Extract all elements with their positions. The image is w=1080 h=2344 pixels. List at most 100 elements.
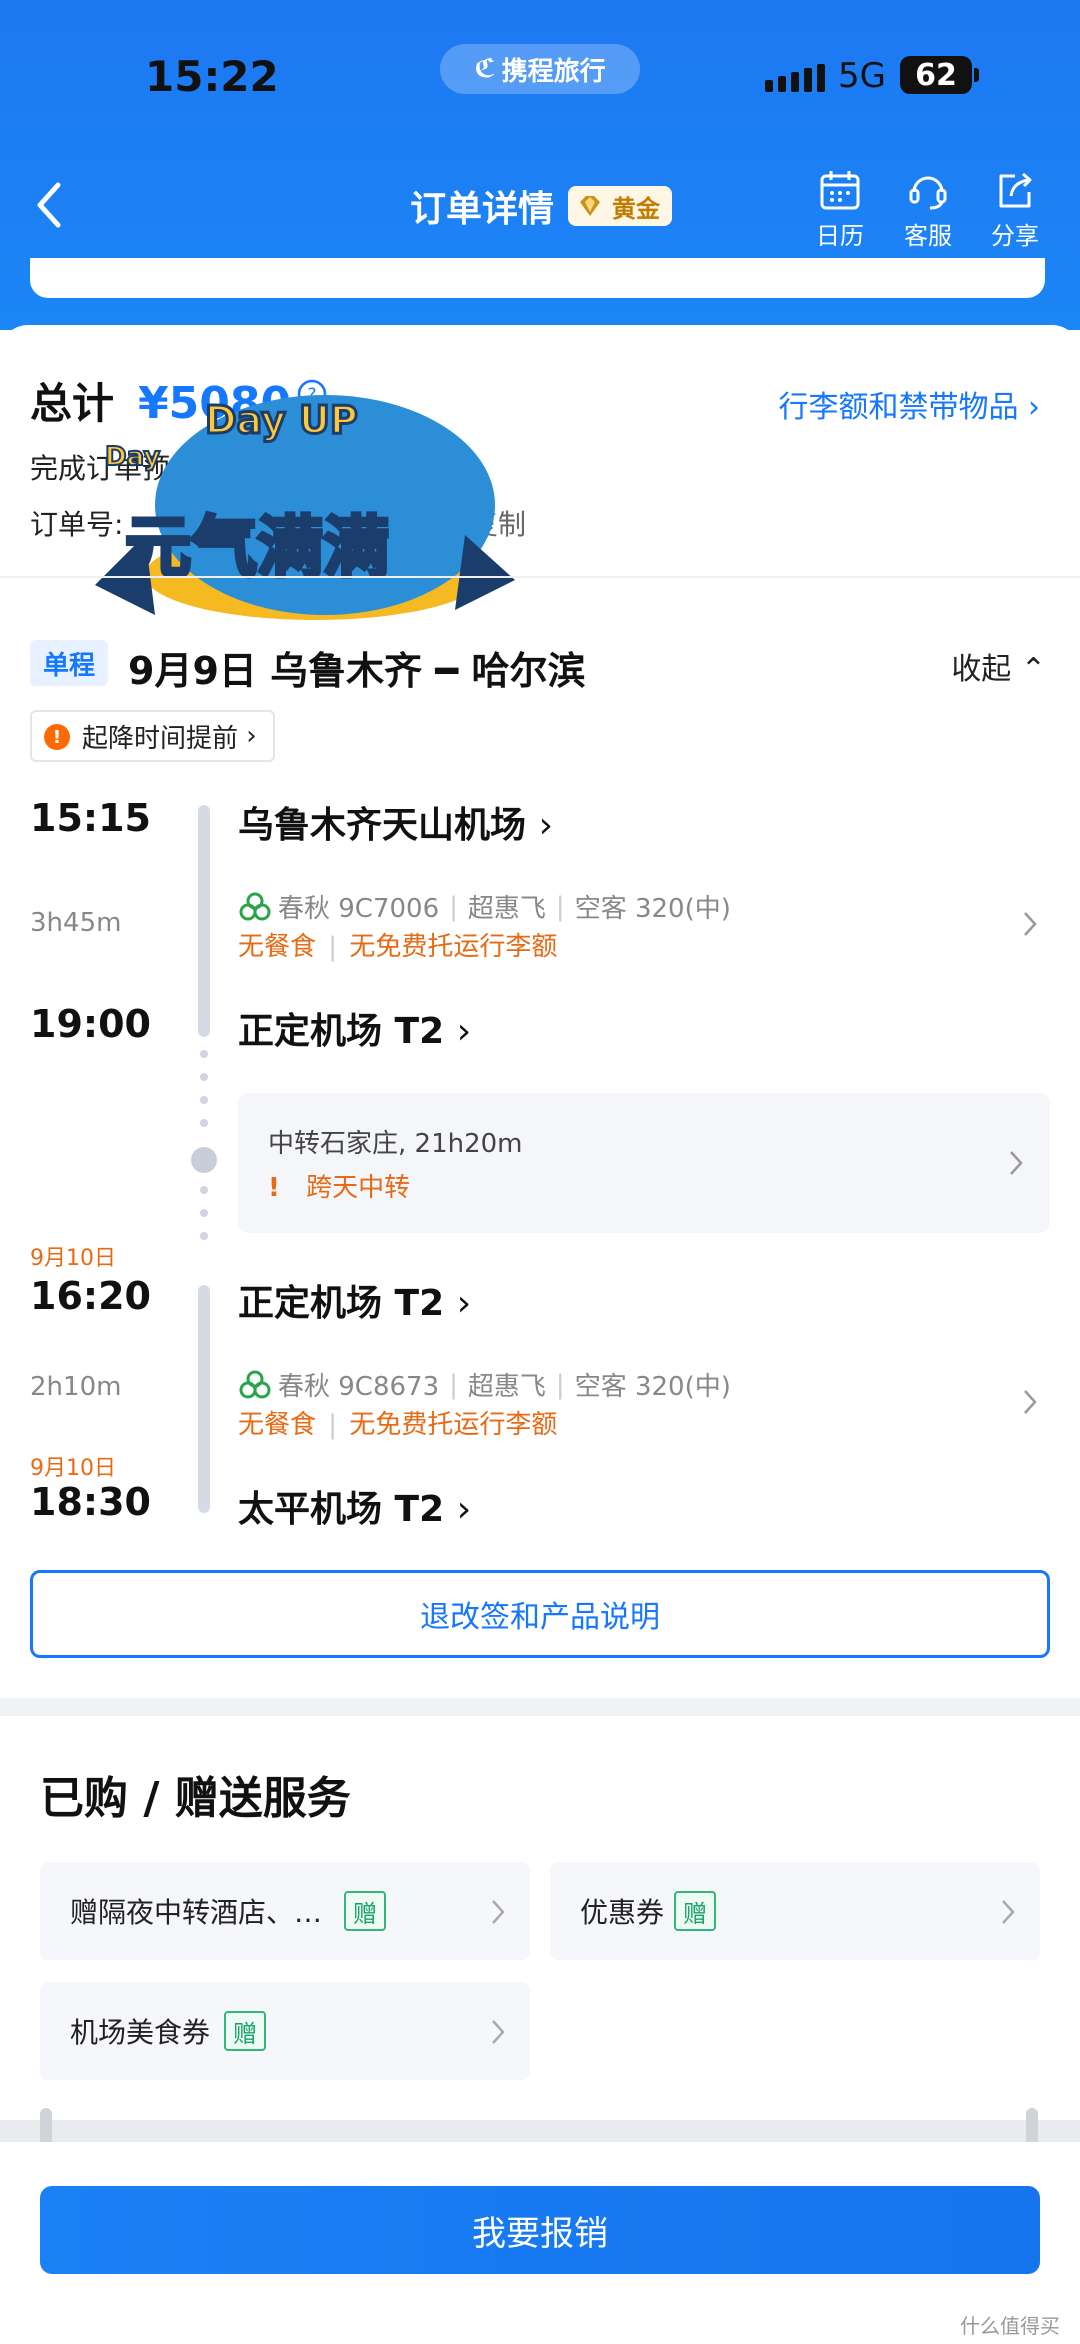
chevron-up-icon: ⌃ bbox=[1020, 652, 1046, 687]
leg2-detail-chevron-icon[interactable] bbox=[1020, 1386, 1040, 1418]
network-label: 5G bbox=[838, 56, 886, 96]
alert-icon: ! bbox=[44, 724, 70, 750]
leg2-fare: 超惠飞 bbox=[467, 1372, 546, 1402]
chevron-right-icon: › bbox=[456, 1011, 472, 1052]
timeline-dot bbox=[200, 1209, 208, 1217]
page-title: 订单详情 bbox=[410, 189, 555, 230]
transfer-info-card[interactable]: 中转石家庄, 21h20m ! 跨天中转 bbox=[238, 1093, 1050, 1233]
transfer-warning-label: 跨天中转 bbox=[306, 1173, 411, 1203]
calendar-icon bbox=[820, 171, 860, 210]
member-badge-label: 黄金 bbox=[612, 194, 660, 223]
battery-level: 62 bbox=[915, 57, 957, 93]
timeline-dot bbox=[200, 1073, 208, 1081]
leg1-detail-chevron-icon[interactable] bbox=[1020, 908, 1040, 940]
leg2-duration: 2h10m bbox=[30, 1372, 122, 1402]
transfer-warning: ! 跨天中转 bbox=[268, 1167, 410, 1204]
schedule-change-notice[interactable]: ! 起降时间提前 › bbox=[30, 710, 275, 762]
leg2-baggage: 无免费托运行李额 bbox=[349, 1410, 558, 1440]
separator: | bbox=[449, 1369, 458, 1400]
separator: | bbox=[555, 1369, 565, 1400]
back-button[interactable] bbox=[30, 175, 80, 235]
calendar-label: 日历 bbox=[816, 222, 864, 250]
chevron-right-icon: › bbox=[456, 1283, 472, 1324]
leg1-baggage: 无免费托运行李额 bbox=[349, 932, 558, 962]
customer-service-button[interactable]: 客服 bbox=[888, 168, 968, 251]
brand-name: 携程旅行 bbox=[501, 56, 606, 87]
separator: | bbox=[328, 1410, 338, 1440]
leg1-extras: 无餐食 | 无免费托运行李额 bbox=[238, 926, 557, 963]
services-title: 已购 / 赠送服务 bbox=[40, 1773, 351, 1824]
baggage-link-label: 行李额和禁带物品 bbox=[778, 390, 1019, 425]
collapsed-card-edge bbox=[30, 258, 1045, 298]
member-badge[interactable]: 黄金 bbox=[568, 186, 672, 226]
schedule-change-label: 起降时间提前 bbox=[82, 723, 239, 754]
leg2-departure-airport-name: 正定机场 T2 bbox=[238, 1283, 445, 1324]
section-divider bbox=[0, 1698, 1080, 1716]
refund-policy-button[interactable]: 退改签和产品说明 bbox=[30, 1570, 1050, 1658]
chevron-right-icon bbox=[492, 2020, 505, 2044]
leg1-flight-info: 春秋 9C7006 | 超惠飞 | 空客 320(中) bbox=[238, 888, 731, 925]
leg2-departure-time: 16:20 bbox=[30, 1274, 151, 1318]
leg2-aircraft: 空客 320(中) bbox=[574, 1372, 731, 1402]
service-hotel-label: 赠隔夜中转酒店、… bbox=[70, 1896, 323, 1929]
brand-logo-icon: ℭ bbox=[474, 54, 496, 84]
transfer-icon bbox=[191, 1147, 217, 1173]
leg1-arrival-airport[interactable]: 正定机场 T2 › bbox=[238, 1002, 471, 1054]
share-button[interactable]: 分享 bbox=[975, 168, 1055, 251]
trip-title: 9月9日 乌鲁木齐 ━ 哈尔滨 bbox=[128, 649, 586, 693]
battery-tip bbox=[974, 68, 979, 82]
leg1-meal: 无餐食 bbox=[238, 932, 317, 962]
leg2-flight-info: 春秋 9C8673 | 超惠飞 | 空客 320(中) bbox=[238, 1366, 731, 1403]
chevron-right-icon bbox=[492, 1900, 505, 1924]
leg2-meal: 无餐食 bbox=[238, 1410, 317, 1440]
sticker-line1: Day UP bbox=[205, 398, 358, 442]
leg2-departure-airport[interactable]: 正定机场 T2 › bbox=[238, 1274, 471, 1326]
gift-tag: 赠 bbox=[674, 1891, 717, 1931]
headset-icon bbox=[909, 176, 947, 210]
collapse-button[interactable]: 收起 ⌃ bbox=[951, 644, 1046, 688]
leg1-departure-airport[interactable]: 乌鲁木齐天山机场 › bbox=[238, 796, 553, 848]
day-up-sticker: Day UP Day 元气满满 bbox=[95, 395, 515, 620]
trip-type-badge: 单程 bbox=[30, 640, 108, 686]
service-coupon[interactable]: 优惠券 赠 bbox=[550, 1862, 1040, 1960]
exclamation-icon: ! bbox=[268, 1173, 280, 1203]
calendar-button[interactable]: 日历 bbox=[800, 168, 880, 251]
leg1-airline: 春秋 9C7006 bbox=[278, 894, 440, 924]
timeline-dot bbox=[200, 1119, 208, 1127]
leg2-arrival-airport[interactable]: 太平机场 T2 › bbox=[238, 1480, 471, 1532]
status-time: 15:22 bbox=[145, 52, 279, 101]
bottom-shadow-band bbox=[0, 2120, 1080, 2142]
leg1-fare: 超惠飞 bbox=[467, 894, 546, 924]
divider bbox=[0, 576, 1080, 578]
service-food-label: 机场美食券 bbox=[70, 2016, 211, 2049]
timeline-dot bbox=[200, 1186, 208, 1194]
leg1-departure-airport-name: 乌鲁木齐天山机场 bbox=[238, 805, 527, 846]
baggage-link[interactable]: 行李额和禁带物品 › bbox=[778, 382, 1040, 426]
gift-tag: 赠 bbox=[224, 2011, 267, 2051]
leg1-arrival-airport-name: 正定机场 T2 bbox=[238, 1011, 445, 1052]
service-food-voucher[interactable]: 机场美食券 赠 bbox=[40, 1982, 530, 2080]
timeline-dot bbox=[200, 1096, 208, 1104]
leg2-airline: 春秋 9C8673 bbox=[278, 1372, 440, 1402]
share-label: 分享 bbox=[991, 222, 1039, 250]
chevron-left-icon bbox=[37, 182, 61, 228]
chevron-right-icon: › bbox=[238, 721, 257, 751]
leg1-arrival-time: 19:00 bbox=[30, 1002, 151, 1046]
chevron-right-icon: › bbox=[456, 1489, 472, 1530]
battery-icon: 62 bbox=[900, 56, 972, 94]
leg2-extras: 无餐食 | 无免费托运行李额 bbox=[238, 1404, 557, 1441]
spring-airlines-icon bbox=[239, 1370, 271, 1398]
chevron-right-icon: › bbox=[1028, 390, 1040, 425]
signal-icon bbox=[765, 64, 825, 92]
service-hotel[interactable]: 赠隔夜中转酒店、… 赠 bbox=[40, 1862, 530, 1960]
share-icon bbox=[999, 172, 1032, 208]
separator: | bbox=[449, 891, 458, 922]
brand-pill: ℭ 携程旅行 bbox=[440, 44, 640, 94]
sticker-line3: 元气满满 bbox=[125, 509, 389, 586]
reimburse-button[interactable]: 我要报销 bbox=[40, 2186, 1040, 2274]
timeline-segment-2 bbox=[198, 1285, 210, 1513]
timeline-segment-1 bbox=[198, 805, 210, 1037]
leg2-departure-date: 9月10日 bbox=[30, 1246, 116, 1271]
sticker-line2: Day bbox=[105, 442, 160, 472]
leg2-arrival-airport-name: 太平机场 T2 bbox=[238, 1489, 445, 1530]
